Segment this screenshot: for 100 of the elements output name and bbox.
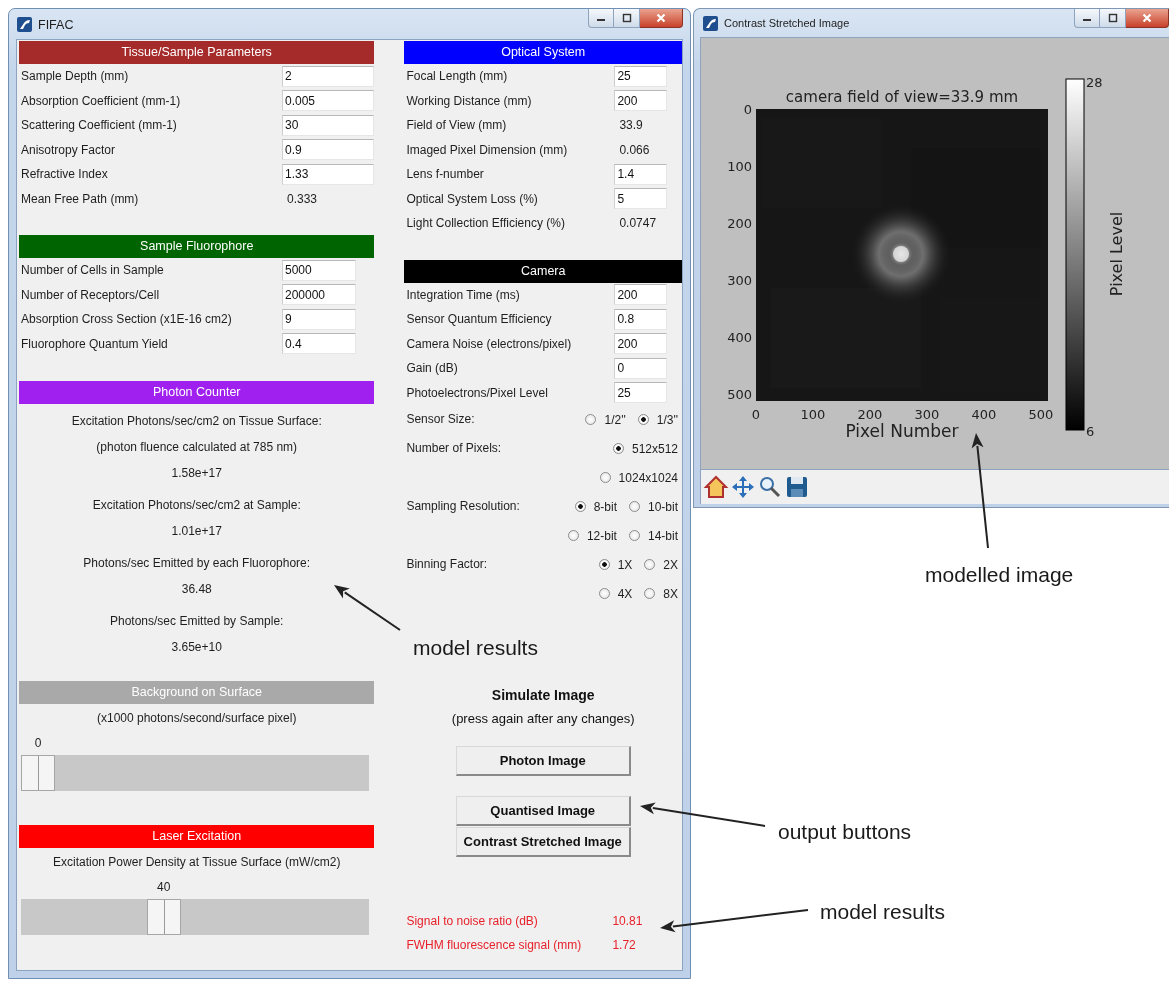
tick-label: 500 [1028,407,1054,422]
field-label: Sampling Resolution: [405,498,520,515]
input-field[interactable]: 9 [282,308,356,330]
value-text: 0.0747 [618,216,658,231]
result-label: FWHM fluorescence signal (mm) [405,937,583,954]
field-label: Absorption Cross Section (x1E-16 cm2) [20,312,233,327]
slider[interactable] [21,755,370,791]
radio-button[interactable] [637,414,649,425]
arrow [334,585,401,631]
field-label: Fluorophore Quantum Yield [20,336,169,351]
input-field[interactable]: 0.4 [282,333,356,355]
radio-button[interactable] [574,501,586,512]
slider-thumb[interactable] [146,899,181,935]
slider-value: 0 [33,735,43,751]
input-field[interactable]: 200 [614,284,668,306]
tick-label: 0 [751,407,761,422]
result-value: 1.58e+17 [170,465,223,482]
radio-button[interactable] [644,559,656,570]
input-field[interactable]: 2 [282,65,374,87]
field-label: Scattering Coefficient (mm-1) [20,118,178,133]
section-header: Camera [404,259,682,283]
section-header: Background on Surface [19,681,375,704]
panel-title: Simulate Image [491,686,595,705]
radio-label: 1/2'' [604,412,626,427]
result-value: 1.72 [611,937,637,954]
radio-button[interactable] [599,472,611,483]
home-icon[interactable] [703,474,729,500]
radio-button[interactable] [598,588,610,599]
field-label: Focal Length (mm) [405,69,509,84]
minimize-button[interactable] [588,9,614,28]
input-field[interactable]: 0.005 [282,90,374,112]
result-caption: Excitation Photons/sec/cm2 at Sample: [91,497,302,514]
value-text: 33.9 [618,118,644,133]
input-field[interactable]: 1.33 [282,163,374,185]
result-value: 10.81 [611,913,644,930]
tick-label: 400 [727,330,752,345]
field-label: Field of View (mm) [405,118,508,133]
input-field[interactable]: 200 [614,333,668,355]
action-button[interactable]: Quantised Image [455,796,631,826]
field-label: Imaged Pixel Dimension (mm) [405,142,569,157]
field-label: Number of Pixels: [405,440,502,457]
section-header: Laser Excitation [19,825,375,848]
input-field[interactable]: 1.4 [614,163,668,185]
axis-label: Pixel Level [1107,211,1126,297]
input-field[interactable]: 30 [282,114,374,136]
input-field[interactable]: 0.8 [614,308,668,330]
field-label: Lens f-number [405,167,485,182]
radio-button[interactable] [644,588,656,599]
field-label: Anisotropy Factor [20,142,117,157]
input-field[interactable]: 0.9 [282,139,374,161]
radio-label: 14-bit [647,528,678,543]
result-caption: (photon fluence calculated at 785 nm) [95,439,299,456]
result-value: 36.48 [180,581,213,598]
radio-label: 1/3'' [656,412,678,427]
field-label: Gain (dB) [405,361,459,376]
input-field[interactable]: 200000 [282,284,356,306]
maximize-button[interactable] [614,9,640,28]
field-label: Absorption Coefficient (mm-1) [20,93,182,108]
input-field[interactable]: 0 [614,357,668,379]
tick-label: 0 [743,102,752,117]
input-field[interactable]: 5000 [282,259,356,281]
move-icon[interactable] [730,474,756,500]
radio-button[interactable] [612,443,624,454]
input-field[interactable]: 200 [614,90,668,112]
field-label: Sensor Quantum Efficiency [405,312,553,327]
radio-button[interactable] [585,414,597,425]
result-caption: Photons/sec Emitted by each Fluorophore: [82,555,312,572]
input-field[interactable]: 25 [614,382,668,404]
tick-label: 28 [1086,75,1103,90]
maximize-button[interactable] [1100,9,1126,28]
minimize-button[interactable] [1074,9,1100,28]
tick-label: 100 [800,407,826,422]
window-title: Contrast Stretched Image [724,17,850,29]
panel-subtitle: (press again after any changes) [451,711,635,726]
radio-button[interactable] [628,501,640,512]
field-label: Light Collection Efficiency (%) [405,216,566,231]
action-button[interactable]: Contrast Stretched Image [455,827,631,857]
close-button[interactable] [640,9,683,28]
input-field[interactable]: 5 [614,188,668,210]
tick-label: 400 [971,407,997,422]
save-icon[interactable] [784,474,810,500]
field-label: Working Distance (mm) [405,93,533,108]
section-header: Photon Counter [19,381,375,404]
close-button[interactable] [1126,9,1169,28]
section-header: Sample Fluorophore [19,235,375,258]
field-label: Optical System Loss (%) [405,191,539,206]
input-field[interactable]: 25 [614,65,668,87]
action-button[interactable]: Photon Image [455,746,631,776]
section-header: Tissue/Sample Parameters [19,41,375,64]
field-label: Integration Time (ms) [405,287,521,302]
slider[interactable] [21,899,370,935]
slider-thumb[interactable] [21,755,55,791]
annotation-text: output buttons [778,819,912,845]
search-icon[interactable] [757,474,783,500]
tick-label: 6 [1086,424,1095,439]
radio-button[interactable] [567,530,579,541]
tick-label: 100 [727,159,752,174]
radio-button[interactable] [598,559,610,570]
radio-button[interactable] [628,530,640,541]
tick-label: 300 [914,407,940,422]
